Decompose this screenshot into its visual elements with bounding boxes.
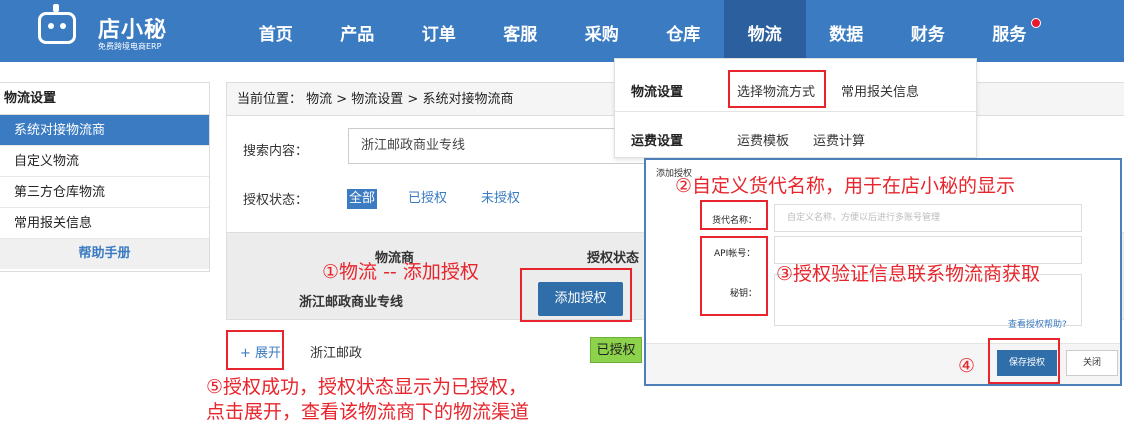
dropdown-link-freight-template[interactable]: 运费模板 bbox=[737, 130, 789, 149]
annotation-4: ④ bbox=[958, 355, 976, 377]
sidebar-item-customs-info[interactable]: 常用报关信息 bbox=[0, 208, 209, 239]
nav-orders[interactable]: 订单 bbox=[398, 0, 480, 62]
logo-subtitle: 免费跨境电商ERP bbox=[98, 42, 162, 51]
column-auth-status: 授权状态 bbox=[587, 251, 640, 266]
nav-service[interactable]: 客服 bbox=[480, 0, 562, 62]
filter-authorized[interactable]: 已授权 bbox=[408, 189, 447, 209]
nav-logistics[interactable]: 物流 bbox=[724, 0, 806, 62]
highlight-add-button bbox=[520, 268, 632, 322]
alias-input[interactable]: 自定义名称，方便以后进行多账号管理 bbox=[774, 204, 1082, 232]
nav-finance[interactable]: 财务 bbox=[887, 0, 969, 62]
filter-unauthorized[interactable]: 未授权 bbox=[481, 189, 520, 209]
sidebar-item-system-carriers[interactable]: 系统对接物流商 bbox=[0, 115, 209, 146]
annotation-2: ②自定义货代名称，用于在店小秘的显示 bbox=[675, 175, 1016, 197]
logo-name: 店小秘 bbox=[98, 18, 168, 43]
nav-services[interactable]: 服务 bbox=[969, 0, 1051, 62]
dropdown-link-freight-calc[interactable]: 运费计算 bbox=[813, 130, 865, 149]
nav-home[interactable]: 首页 bbox=[235, 0, 317, 62]
sidebar-item-third-party-warehouse[interactable]: 第三方仓库物流 bbox=[0, 177, 209, 208]
nav-products[interactable]: 产品 bbox=[317, 0, 399, 62]
search-label: 搜索内容： bbox=[243, 144, 309, 159]
robot-icon bbox=[38, 12, 76, 44]
annotation-5-line1: ⑤授权成功，授权状态显示为已授权， bbox=[206, 376, 528, 398]
annotation-3: ③授权验证信息联系物流商获取 bbox=[776, 263, 1041, 285]
sidebar: 物流设置 系统对接物流商 自定义物流 第三方仓库物流 常用报关信息 帮助手册 bbox=[0, 82, 210, 272]
highlight-save bbox=[988, 338, 1060, 384]
close-button[interactable]: 关闭 bbox=[1066, 350, 1118, 376]
highlight-select-method bbox=[728, 70, 826, 108]
highlight-alias bbox=[700, 200, 768, 230]
carrier-group-name: 浙江邮政商业专线 bbox=[299, 295, 404, 310]
dropdown-divider bbox=[615, 111, 978, 112]
sidebar-item-custom-logistics[interactable]: 自定义物流 bbox=[0, 146, 209, 177]
filter-all[interactable]: 全部 bbox=[347, 189, 378, 209]
auth-status-label: 授权状态： bbox=[243, 193, 309, 208]
logo[interactable]: 店小秘 免费跨境电商ERP bbox=[38, 4, 198, 54]
carrier-row-name: 浙江邮政 bbox=[310, 346, 363, 361]
top-nav-bar: 店小秘 免费跨境电商ERP 首页 产品 订单 客服 采购 仓库 物流 数据 财务… bbox=[0, 0, 1124, 62]
annotation-1: ①物流 -- 添加授权 bbox=[322, 261, 479, 283]
highlight-credentials bbox=[700, 236, 768, 316]
annotation-5-line2: 点击展开，查看该物流商下的物流渠道 bbox=[206, 401, 530, 423]
robot-antenna bbox=[53, 4, 59, 12]
highlight-expand bbox=[226, 330, 284, 370]
status-badge: 已授权 bbox=[590, 337, 642, 363]
auth-help-link[interactable]: 查看授权帮助? bbox=[1008, 317, 1067, 330]
dropdown-head-freight: 运费设置 bbox=[631, 134, 684, 149]
main-nav: 首页 产品 订单 客服 采购 仓库 物流 数据 财务 服务 bbox=[235, 0, 1050, 62]
sidebar-title: 物流设置 bbox=[0, 83, 209, 115]
help-manual-link[interactable]: 帮助手册 bbox=[0, 239, 209, 269]
search-input[interactable]: 浙江邮政商业专线 bbox=[348, 128, 648, 164]
dropdown-link-customs-info[interactable]: 常用报关信息 bbox=[841, 81, 919, 100]
api-account-input[interactable] bbox=[774, 236, 1082, 264]
nav-purchase[interactable]: 采购 bbox=[561, 0, 643, 62]
nav-data[interactable]: 数据 bbox=[806, 0, 888, 62]
notification-dot-icon bbox=[1031, 18, 1041, 28]
nav-warehouse[interactable]: 仓库 bbox=[643, 0, 725, 62]
dropdown-head-logistics: 物流设置 bbox=[631, 85, 684, 100]
